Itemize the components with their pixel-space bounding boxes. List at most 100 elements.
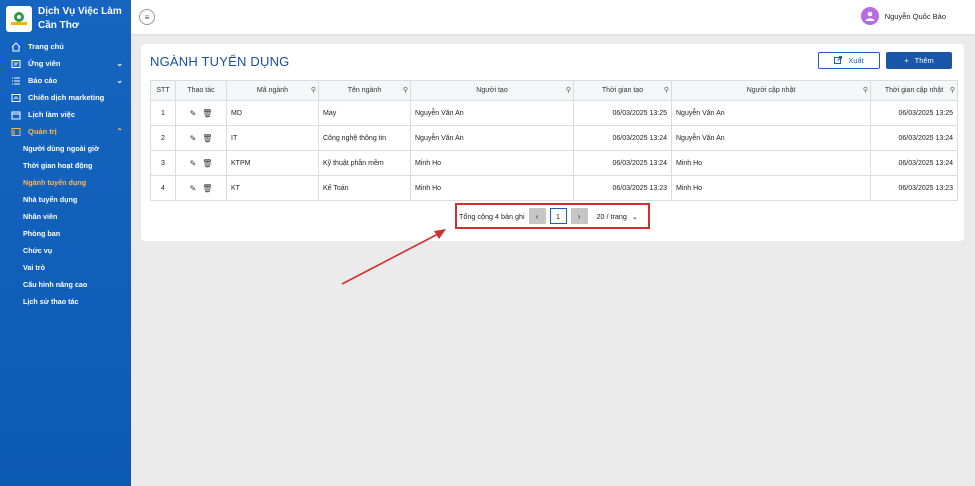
edit-icon[interactable]: ✎ <box>190 109 197 118</box>
sidebar-item-reports[interactable]: Báo cáo ⌄ <box>0 72 131 89</box>
brand-subtitle: Cần Thơ <box>38 20 79 31</box>
cell-stt: 2 <box>150 125 176 151</box>
chevron-up-icon: ⌃ <box>116 127 123 136</box>
page-size-value: 20 / trang <box>596 211 627 221</box>
cell-creator: Nguyễn Văn An <box>410 125 574 151</box>
sidebar-item-marketing[interactable]: Chiến dịch marketing <box>0 89 131 106</box>
logo <box>6 6 32 32</box>
cell-created: 06/03/2025 13:24 <box>573 125 672 151</box>
cell-name: May <box>318 100 411 126</box>
trash-icon[interactable]: 🗑 <box>202 159 212 168</box>
trash-icon[interactable]: 🗑 <box>202 184 212 193</box>
cell-updater: Minh Ho <box>671 150 871 176</box>
trash-icon[interactable]: 🗑 <box>202 109 212 118</box>
sidebar-item-label: Quản trị <box>28 127 57 136</box>
sidebar-subitem[interactable]: Vai trò <box>0 259 131 276</box>
sidebar-item-candidates[interactable]: Ứng viên ⌄ <box>0 55 131 72</box>
sidebar-item-label: Chiến dịch marketing <box>28 93 105 102</box>
trash-icon[interactable]: 🗑 <box>202 134 212 143</box>
column-header[interactable]: Người cập nhật ⚲ <box>671 80 871 101</box>
list-icon <box>10 76 22 86</box>
search-icon[interactable]: ⚲ <box>664 86 669 94</box>
sidebar-subitem[interactable]: Cấu hình nâng cao <box>0 276 131 293</box>
table-row: 3 ✎ 🗑 KTPM Kỹ thuật phần mềm Minh Ho 06/0… <box>150 150 958 176</box>
cell-updated: 06/03/2025 13:24 <box>870 150 958 176</box>
plus-icon: + <box>904 56 909 65</box>
column-header[interactable]: Thời gian tạo ⚲ <box>573 80 672 101</box>
cell-code: KTPM <box>226 150 319 176</box>
edit-icon[interactable]: ✎ <box>190 134 197 143</box>
next-page-button[interactable]: › <box>570 208 588 224</box>
avatar <box>860 7 879 25</box>
search-icon[interactable]: ⚲ <box>566 86 571 94</box>
add-button[interactable]: + Thêm <box>886 52 952 69</box>
table-row: 1 ✎ 🗑 MD May Nguyễn Văn An 06/03/2025 13:… <box>150 100 958 126</box>
add-label: Thêm <box>914 56 934 65</box>
page-number[interactable]: 1 <box>549 208 567 224</box>
export-button[interactable]: Xuất <box>818 52 880 69</box>
edit-icon[interactable]: ✎ <box>190 159 197 168</box>
cell-name: Công nghệ thông tin <box>318 125 411 151</box>
cell-code: IT <box>226 125 319 151</box>
pagination: Tổng cộng 4 bản ghi ‹ 1 › 20 / trang ⌄ <box>455 203 650 229</box>
table-row: 4 ✎ 🗑 KT Kế Toán Minh Ho 06/03/2025 13:23… <box>150 175 958 201</box>
sidebar-subitem[interactable]: Chức vụ <box>0 242 131 259</box>
sidebar-subitem[interactable]: Lịch sử thao tác <box>0 293 131 310</box>
page-size-select[interactable]: 20 / trang ⌄ <box>597 212 638 221</box>
sidebar-item-label: Ứng viên <box>28 59 61 68</box>
calendar-icon <box>10 110 22 120</box>
cell-name: Kỹ thuật phần mềm <box>318 150 411 176</box>
chevron-down-icon: ⌄ <box>631 211 638 221</box>
cell-created: 06/03/2025 13:24 <box>573 150 672 176</box>
search-icon[interactable]: ⚲ <box>863 86 868 94</box>
chevron-left-icon: ‹ <box>535 211 539 221</box>
cell-updated: 06/03/2025 13:25 <box>870 100 958 126</box>
sidebar-item-label: Trang chủ <box>28 42 64 51</box>
cell-created: 06/03/2025 13:25 <box>573 100 672 126</box>
menu-toggle-icon[interactable]: ≡ <box>139 9 155 25</box>
prev-page-button[interactable]: ‹ <box>528 208 546 224</box>
sidebar-subitem-active[interactable]: Ngành tuyển dụng <box>0 174 131 191</box>
cell-creator: Minh Ho <box>410 175 574 201</box>
cell-creator: Minh Ho <box>410 150 574 176</box>
sidebar-item-home[interactable]: Trang chủ <box>0 38 131 55</box>
cell-code: KT <box>226 175 319 201</box>
campaign-icon <box>10 93 22 103</box>
user-card-icon <box>10 59 22 69</box>
sidebar-subitem[interactable]: Nhân viên <box>0 208 131 225</box>
total-records: Tổng cộng 4 bản ghi <box>459 211 525 221</box>
column-header[interactable]: Thời gian cập nhật ⚲ <box>870 80 958 101</box>
brand[interactable]: Dịch Vụ Việc Làm Cần Thơ <box>0 0 131 34</box>
chevron-down-icon: ⌄ <box>116 76 123 85</box>
sidebar-item-schedule[interactable]: Lịch làm việc <box>0 106 131 123</box>
cell-updater: Nguyễn Văn An <box>671 100 871 126</box>
column-header: Thao tác <box>175 80 227 101</box>
cell-name: Kế Toán <box>318 175 411 201</box>
cell-stt: 4 <box>150 175 176 201</box>
sidebar-subitem[interactable]: Phòng ban <box>0 225 131 242</box>
sidebar-subitem[interactable]: Nhà tuyển dụng <box>0 191 131 208</box>
sidebar-subitem[interactable]: Thời gian hoạt động <box>0 157 131 174</box>
cell-updater: Minh Ho <box>671 175 871 201</box>
search-icon[interactable]: ⚲ <box>950 86 955 94</box>
home-icon <box>10 41 22 52</box>
column-header[interactable]: Mã ngành ⚲ <box>226 80 319 101</box>
data-table: STT Thao tác Mã ngành ⚲ Tên ngành ⚲ Người … <box>150 80 958 201</box>
sidebar-item-label: Báo cáo <box>28 76 58 85</box>
chevron-right-icon: › <box>577 211 581 221</box>
column-header: STT <box>150 80 176 101</box>
sidebar-subitem[interactable]: Người dùng ngoài giờ <box>0 140 131 157</box>
user-menu[interactable]: Nguyễn Quốc Bảo <box>860 7 946 25</box>
search-icon[interactable]: ⚲ <box>311 86 316 94</box>
brand-title: Dịch Vụ Việc Làm <box>38 6 122 17</box>
export-icon <box>834 55 843 66</box>
edit-icon[interactable]: ✎ <box>190 184 197 193</box>
chevron-down-icon: ⌄ <box>116 59 123 68</box>
column-header[interactable]: Tên ngành ⚲ <box>318 80 411 101</box>
cell-code: MD <box>226 100 319 126</box>
sidebar-item-admin[interactable]: Quản trị ⌃ <box>0 123 131 140</box>
search-icon[interactable]: ⚲ <box>403 86 408 94</box>
user-name: Nguyễn Quốc Bảo <box>884 11 946 21</box>
column-header[interactable]: Người tạo ⚲ <box>410 80 574 101</box>
export-label: Xuất <box>848 56 864 65</box>
